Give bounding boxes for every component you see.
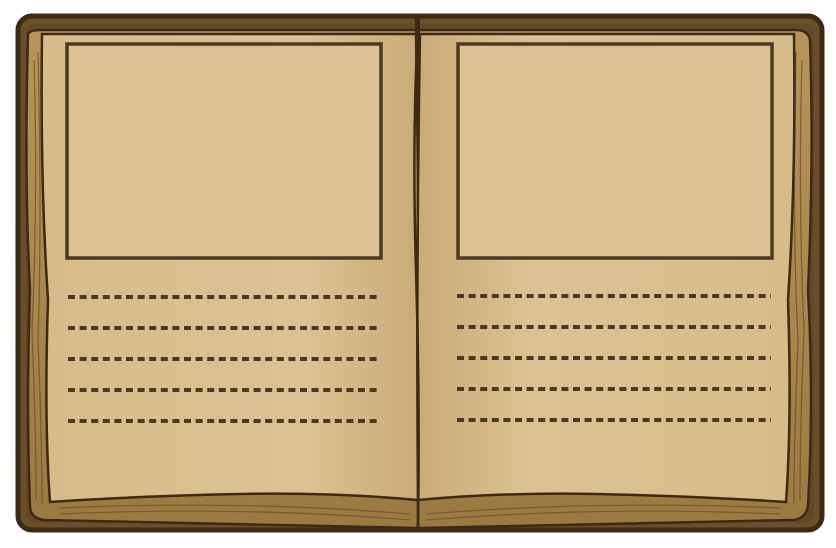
right-picture-frame xyxy=(456,42,774,260)
open-book-illustration xyxy=(0,0,836,548)
spine-top-notch xyxy=(415,18,420,36)
left-picture-frame xyxy=(65,42,383,260)
open-book xyxy=(15,13,825,533)
